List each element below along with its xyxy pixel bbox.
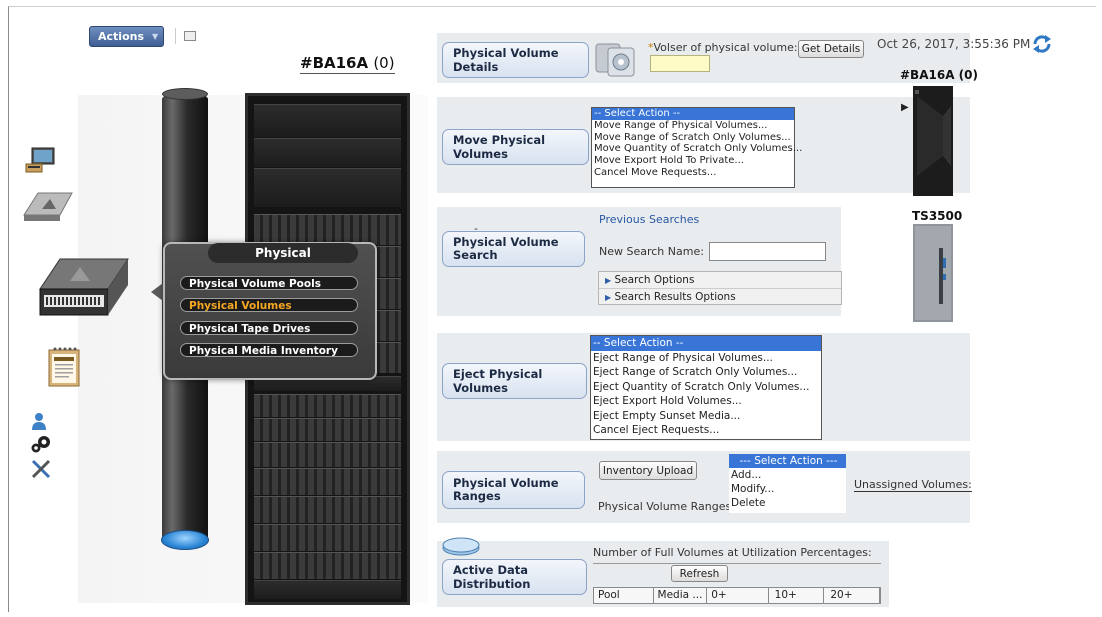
list-item[interactable]: Delete: [729, 496, 846, 510]
system-frame-image[interactable]: [913, 86, 953, 196]
rack-unit: [254, 552, 401, 579]
list-item[interactable]: Cancel Move Requests...: [592, 167, 794, 179]
policies-icon[interactable]: [46, 344, 82, 388]
expand-arrow-icon: ▶: [605, 276, 612, 285]
list-item[interactable]: -- Select Action --: [592, 108, 794, 120]
list-item[interactable]: Modify...: [729, 482, 846, 496]
physical-volume-details-button[interactable]: Physical Volume Details: [442, 42, 589, 78]
get-details-button[interactable]: Get Details: [798, 40, 864, 58]
list-item[interactable]: -- Select Action --: [591, 336, 821, 351]
rack-unit: [254, 104, 401, 137]
ranges-action-list[interactable]: --- Select Action --- Add... Modify... D…: [729, 454, 846, 513]
toolbar-divider: [175, 28, 176, 44]
inventory-upload-button[interactable]: Inventory Upload: [599, 461, 697, 480]
search-options-expander[interactable]: ▶ Search Options: [599, 272, 841, 289]
volser-label-wrapper: *Volser of physical volume:: [648, 41, 798, 54]
cluster-icon[interactable]: [20, 185, 76, 225]
physical-library-icon[interactable]: [34, 253, 132, 323]
volser-input[interactable]: [650, 55, 710, 72]
library-label: TS3500: [912, 209, 963, 223]
actions-label: Actions: [98, 30, 144, 43]
volser-label: Volser of physical volume:: [653, 41, 798, 54]
selection-pointer-icon: ▶: [901, 102, 909, 113]
right-system-label: #BA16A (0): [900, 68, 978, 82]
search-results-options-label: Search Results Options: [614, 291, 736, 303]
mail-icon[interactable]: [184, 31, 196, 41]
rack-unit: [254, 394, 401, 417]
timestamp: Oct 26, 2017, 3:55:36 PM: [877, 37, 1031, 51]
list-item[interactable]: Eject Quantity of Scratch Only Volumes..…: [591, 380, 821, 395]
actions-button[interactable]: Actions ▼: [89, 26, 164, 47]
list-item[interactable]: Add...: [729, 468, 846, 482]
monitor-icon[interactable]: [24, 146, 58, 174]
popup-title: Physical: [208, 243, 358, 263]
list-item[interactable]: Eject Empty Sunset Media...: [591, 409, 821, 424]
eject-action-list[interactable]: -- Select Action -- Eject Range of Physi…: [590, 335, 822, 440]
move-action-list[interactable]: -- Select Action -- Move Range of Physic…: [591, 107, 802, 188]
column-header-20-plus[interactable]: 20+: [824, 588, 880, 603]
data-distribution-icon: [442, 537, 480, 556]
list-item[interactable]: Move Range of Physical Volumes...: [592, 120, 794, 132]
physical-volume-ranges-label: Physical Volume Ranges:: [598, 500, 735, 513]
list-item[interactable]: Eject Range of Scratch Only Volumes...: [591, 365, 821, 380]
new-search-name-input[interactable]: [709, 242, 826, 261]
menu-item-physical-volume-pools[interactable]: Physical Volume Pools: [180, 276, 358, 290]
volume-cartridge-icon: [595, 43, 635, 77]
refresh-icon[interactable]: [1031, 33, 1053, 53]
eject-physical-volumes-button[interactable]: Eject Physical Volumes: [442, 363, 587, 399]
physical-volume-search-button[interactable]: Physical Volume Search: [442, 231, 585, 267]
list-item[interactable]: Move Export Hold To Private...: [592, 155, 794, 167]
distribution-table-header: Pool Media ... 0+ 10+ 20+: [593, 587, 881, 604]
system-count: (0): [373, 54, 395, 72]
cylinder-top: [162, 88, 208, 100]
cylinder-base-disk-icon: [161, 530, 209, 550]
previous-searches-link[interactable]: Previous Searches: [599, 213, 699, 226]
refresh-button[interactable]: Refresh: [671, 565, 728, 582]
distribution-caption: Number of Full Volumes at Utilization Pe…: [593, 546, 872, 559]
menu-item-physical-media-inventory[interactable]: Physical Media Inventory: [180, 343, 358, 357]
menu-item-physical-volumes[interactable]: Physical Volumes: [180, 298, 358, 312]
list-item[interactable]: --- Select Action ---: [729, 454, 846, 468]
rack-unit: [254, 442, 401, 467]
rack-unit: [254, 496, 401, 523]
rack-unit: [254, 168, 401, 207]
physical-volume-ranges-button[interactable]: Physical Volume Ranges: [442, 471, 585, 509]
list-item[interactable]: Eject Range of Physical Volumes...: [591, 351, 821, 366]
new-search-name-label: New Search Name:: [599, 245, 704, 258]
rack-unit: [254, 138, 401, 167]
search-results-options-expander[interactable]: ▶ Search Results Options: [599, 289, 841, 305]
column-header-0-plus[interactable]: 0+: [707, 588, 769, 603]
column-header-media[interactable]: Media ...: [654, 588, 708, 603]
list-item[interactable]: Eject Export Hold Volumes...: [591, 394, 821, 409]
column-header-10-plus[interactable]: 10+: [769, 588, 825, 603]
tape-library-image[interactable]: [913, 224, 953, 322]
search-options-panel: ▶ Search Options ▶ Search Results Option…: [598, 271, 842, 305]
service-tools-icon[interactable]: [30, 458, 52, 480]
system-name: #BA16A: [300, 54, 369, 72]
column-header-pool[interactable]: Pool: [594, 588, 654, 603]
active-data-distribution-button[interactable]: Active Data Distribution: [442, 559, 587, 595]
search-options-label: Search Options: [614, 274, 695, 286]
move-physical-volumes-button[interactable]: Move Physical Volumes: [442, 129, 589, 165]
system-title: #BA16A (0): [300, 54, 395, 74]
rack-unit: [254, 418, 401, 441]
rack-unit: [254, 580, 401, 599]
rack-unit: [254, 214, 401, 245]
rack-unit: [254, 524, 401, 551]
unassigned-volumes-label: Unassigned Volumes:: [854, 478, 972, 492]
list-item[interactable]: Move Range of Scratch Only Volumes...: [592, 132, 794, 144]
settings-gears-icon[interactable]: [30, 434, 52, 454]
list-item[interactable]: Move Quantity of Scratch Only Volumes...: [592, 143, 802, 155]
menu-item-physical-tape-drives[interactable]: Physical Tape Drives: [180, 321, 358, 335]
expand-arrow-icon: ▶: [605, 293, 612, 302]
list-item[interactable]: Cancel Eject Requests...: [591, 423, 821, 438]
rack-unit: [254, 468, 401, 495]
caption-divider: [593, 563, 881, 564]
user-icon[interactable]: [31, 412, 47, 430]
popup-pointer: [151, 283, 163, 301]
chevron-down-icon: ▼: [152, 32, 159, 41]
